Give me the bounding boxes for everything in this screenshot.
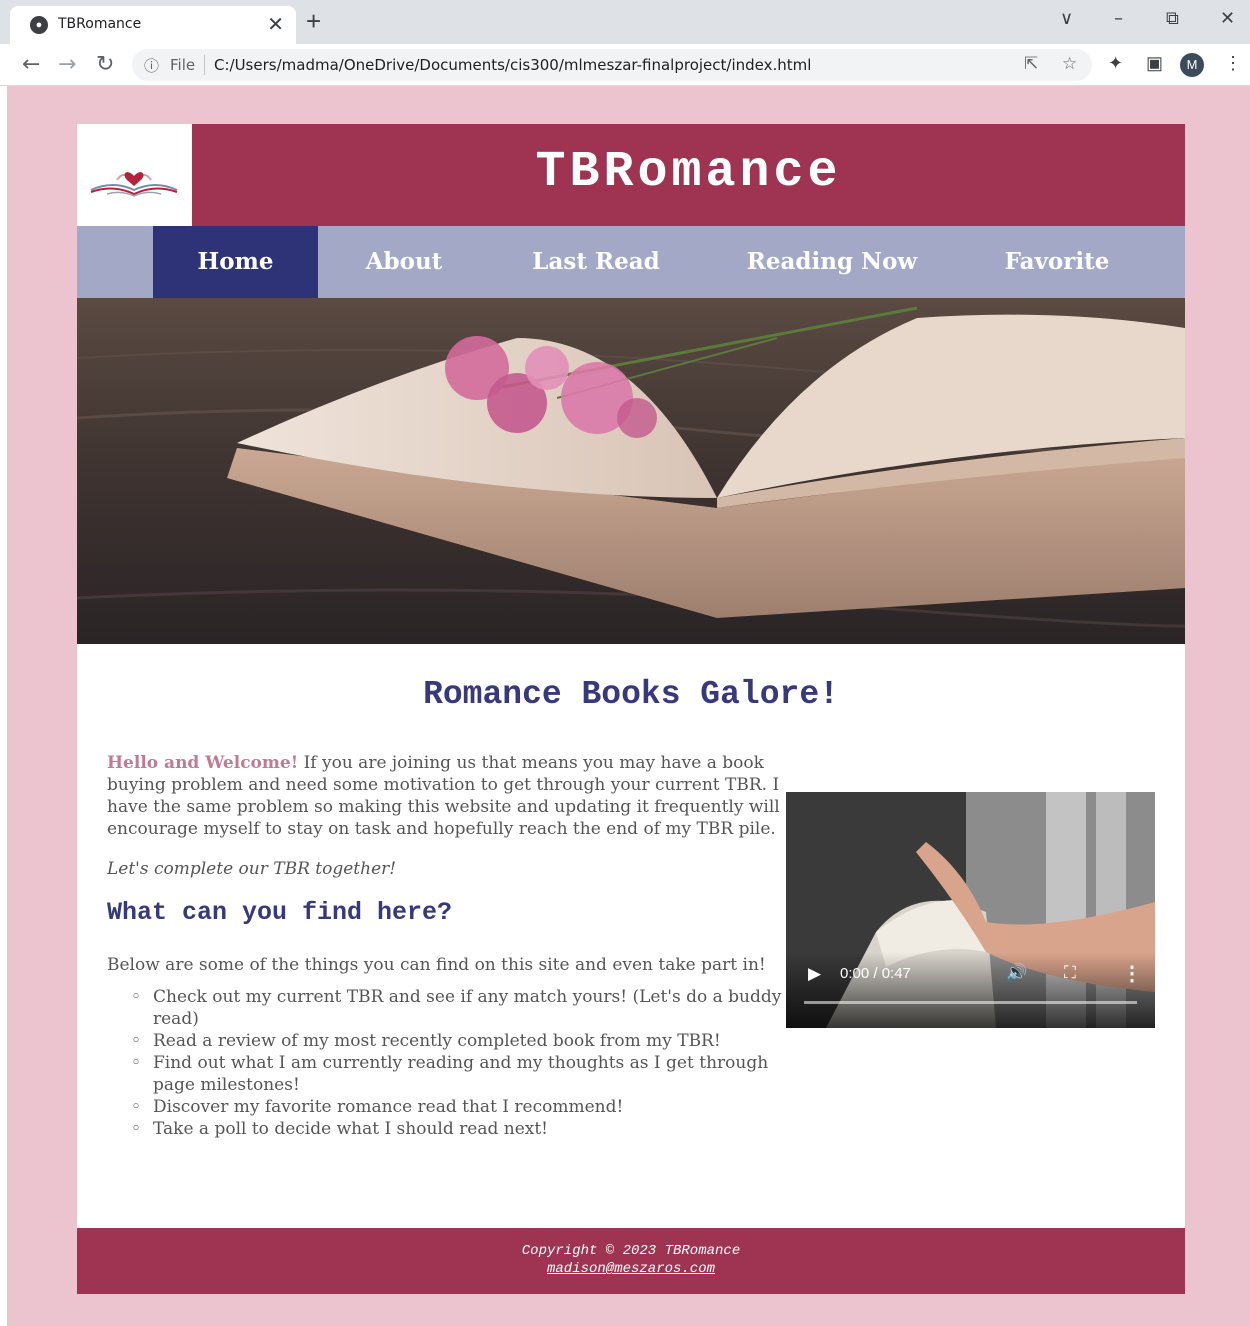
intro-paragraph: Hello and Welcome! If you are joining us… <box>107 752 787 840</box>
restore-icon[interactable]: ⧉ <box>1166 8 1179 29</box>
main-content: Hello and Welcome! If you are joining us… <box>107 752 787 1140</box>
open-book-flowers-image <box>77 298 1185 644</box>
list-intro: Below are some of the things you can fin… <box>107 955 766 975</box>
list-item: Find out what I am currently reading and… <box>131 1052 787 1096</box>
nav-last-read[interactable]: Last Read <box>490 226 702 298</box>
video-progress-bar[interactable] <box>804 1001 1137 1004</box>
browser-toolbar: ← → ↻ ⓘ File C:/Users/madma/OneDrive/Doc… <box>0 44 1250 86</box>
minimize-icon[interactable]: – <box>1114 8 1123 29</box>
video-player[interactable]: ▶ 0:00 / 0:47 🔊 ⛶ ⋮ <box>786 792 1155 1028</box>
list-item: Discover my favorite romance read that I… <box>131 1096 787 1118</box>
tagline: Let's complete our TBR together! <box>107 859 397 879</box>
more-icon[interactable]: ⋮ <box>1122 961 1142 986</box>
video-time: 0:00 / 0:47 <box>840 965 911 982</box>
site-container: TBRomance Home About Last Read Reading N… <box>77 124 1185 1294</box>
page-viewport: TBRomance Home About Last Read Reading N… <box>7 86 1250 1326</box>
feature-list: Check out my current TBR and see if any … <box>131 986 787 1140</box>
globe-icon: ● <box>30 16 48 34</box>
list-item: Take a poll to decide what I should read… <box>131 1118 787 1140</box>
plus-icon[interactable]: + <box>306 6 321 37</box>
reload-icon[interactable]: ↻ <box>96 52 114 77</box>
browser-tab[interactable]: ● TBRomance ✕ <box>10 6 296 44</box>
welcome-text: Hello and Welcome! <box>107 753 299 773</box>
list-item: Check out my current TBR and see if any … <box>131 986 787 1030</box>
nav-favorite[interactable]: Favorite <box>962 226 1152 298</box>
info-icon[interactable]: ⓘ <box>144 55 159 76</box>
copyright-text: Copyright © 2023 TBRomance <box>521 1243 741 1259</box>
logo[interactable] <box>77 124 192 226</box>
tab-title: TBRomance <box>58 16 142 32</box>
main-nav: Home About Last Read Reading Now Favorit… <box>77 226 1185 298</box>
page-title: Romance Books Galore! <box>423 676 839 713</box>
fullscreen-icon[interactable]: ⛶ <box>1064 963 1076 983</box>
url-text: C:/Users/madma/OneDrive/Documents/cis300… <box>214 56 812 74</box>
play-icon[interactable]: ▶ <box>808 964 821 984</box>
section-heading: What can you find here? <box>107 898 453 927</box>
site-title: TBRomance <box>535 144 842 201</box>
tab-strip: ● TBRomance ✕ + ∨ – ⧉ ✕ <box>0 0 1250 44</box>
nav-reading-now[interactable]: Reading Now <box>702 226 962 298</box>
divider <box>204 55 205 75</box>
video-controls: ▶ 0:00 / 0:47 🔊 ⛶ ⋮ <box>786 952 1155 1028</box>
extensions-icon[interactable]: ✦ <box>1108 53 1123 74</box>
share-icon[interactable]: ⇱ <box>1024 54 1038 74</box>
browser-chrome: ● TBRomance ✕ + ∨ – ⧉ ✕ ← → ↻ ⓘ File C:/… <box>0 0 1250 86</box>
forward-icon[interactable]: → <box>58 52 76 77</box>
sidepanel-icon[interactable]: ▣ <box>1146 53 1163 74</box>
site-footer: Copyright © 2023 TBRomance madison@mesza… <box>77 1228 1185 1294</box>
scheme-label: File <box>170 56 196 74</box>
hero-image <box>77 298 1185 644</box>
star-icon[interactable]: ☆ <box>1062 54 1077 74</box>
menu-icon[interactable]: ⋮ <box>1224 53 1242 74</box>
close-icon[interactable]: ✕ <box>267 12 284 37</box>
nav-home[interactable]: Home <box>153 226 318 298</box>
heart-book-logo <box>90 172 178 197</box>
site-header: TBRomance <box>77 124 1185 226</box>
nav-about[interactable]: About <box>318 226 490 298</box>
avatar[interactable]: M <box>1180 53 1204 77</box>
tab-search-icon[interactable]: ∨ <box>1060 8 1073 29</box>
list-item: Read a review of my most recently comple… <box>131 1030 787 1052</box>
address-bar[interactable]: ⓘ File C:/Users/madma/OneDrive/Documents… <box>132 49 1092 81</box>
back-icon[interactable]: ← <box>22 52 40 77</box>
email-link[interactable]: madison@meszaros.com <box>547 1261 715 1277</box>
window-close-icon[interactable]: ✕ <box>1220 8 1235 29</box>
volume-icon[interactable]: 🔊 <box>1006 963 1027 983</box>
